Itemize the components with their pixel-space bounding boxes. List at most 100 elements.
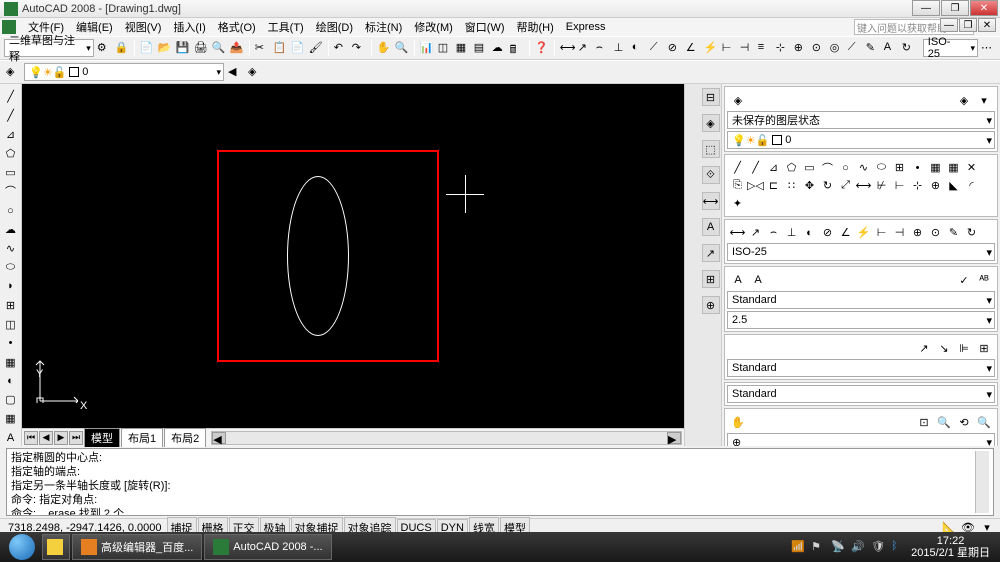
pd-arc[interactable]: ⌢	[765, 224, 782, 241]
bluetooth-icon[interactable]: ᛒ	[891, 540, 905, 554]
pd-continue[interactable]: ⊣	[891, 224, 908, 241]
mleader-collect-icon[interactable]: ⊞	[975, 339, 993, 357]
explorer-pinned[interactable]	[42, 534, 70, 560]
dim-aligned-button[interactable]: ↗	[577, 39, 593, 57]
p-offset-tool[interactable]: ⊏	[765, 177, 782, 194]
open-button[interactable]: 📂	[157, 39, 173, 57]
pd-aligned[interactable]: ↗	[747, 224, 764, 241]
command-window[interactable]: 指定椭圆的中心点: 指定轴的端点: 指定另一条半轴长度或 [旋转(R)]: 命令…	[6, 448, 994, 516]
menu-help[interactable]: 帮助(H)	[511, 17, 560, 37]
dim-jogged-button[interactable]: ⟋	[649, 39, 665, 57]
dim-space-button[interactable]: ≡	[757, 39, 773, 57]
tab-layout1[interactable]: 布局1	[121, 428, 163, 447]
workspace-dropdown[interactable]: 二维草图与注释	[4, 39, 94, 57]
p-point-tool[interactable]: •	[909, 159, 926, 176]
layer-previous-button[interactable]: ◀	[226, 63, 244, 81]
dim-arc-button[interactable]: ⌢	[595, 39, 611, 57]
redo-button[interactable]: ↷	[351, 39, 367, 57]
p-circle-tool[interactable]: ○	[837, 159, 854, 176]
pd-baseline[interactable]: ⊢	[873, 224, 890, 241]
palette-2d-button[interactable]: ⬚	[702, 140, 720, 158]
xline-tool[interactable]: ╱	[2, 107, 20, 124]
p-extend-tool[interactable]: ⊢	[891, 177, 908, 194]
palette-table-button[interactable]: ⊞	[702, 270, 720, 288]
nav-zoomext-icon[interactable]: ⊡	[915, 413, 933, 431]
flag-icon[interactable]: ⚑	[811, 540, 825, 554]
menu-dimension[interactable]: 标注(N)	[359, 17, 408, 37]
p-array-tool[interactable]: ∷	[783, 177, 800, 194]
ellipse-arc-tool[interactable]: ◗	[2, 278, 20, 295]
tab-prev-button[interactable]: ◀	[39, 431, 53, 445]
plot-preview-button[interactable]: 🔍	[211, 39, 227, 57]
line-tool[interactable]: ╱	[2, 88, 20, 105]
palette-nav-button[interactable]: ⊕	[702, 296, 720, 314]
make-block-tool[interactable]: ◫	[2, 316, 20, 333]
p-ellipse-tool[interactable]: ⬭	[873, 159, 890, 176]
menu-modify[interactable]: 修改(M)	[408, 17, 459, 37]
p-dimstyle-dropdown[interactable]: ISO-25	[727, 243, 995, 261]
dim-edit-button[interactable]: ✎	[865, 39, 881, 57]
center-mark-button[interactable]: ⊙	[811, 39, 827, 57]
p-block-tool[interactable]: ⊞	[891, 159, 908, 176]
menu-insert[interactable]: 插入(I)	[167, 17, 211, 37]
mleader-add-icon[interactable]: ↗	[915, 339, 933, 357]
p-explode-tool[interactable]: ✦	[729, 195, 746, 212]
pd-tolerance[interactable]: ⊕	[909, 224, 926, 241]
menu-format[interactable]: 格式(O)	[212, 17, 262, 37]
mtext-tool[interactable]: A	[2, 429, 20, 446]
region-tool[interactable]: ▢	[2, 391, 20, 408]
pd-center[interactable]: ⊙	[927, 224, 944, 241]
pd-edit[interactable]: ✎	[945, 224, 962, 241]
mleader-align-icon[interactable]: ⊫	[955, 339, 973, 357]
tab-last-button[interactable]: ⏭	[69, 431, 83, 445]
revcloud-tool[interactable]: ☁	[2, 221, 20, 238]
wifi-icon[interactable]: 📶	[791, 540, 805, 554]
layer-dropdown[interactable]: 💡☀🔓0	[24, 63, 224, 81]
tolerance-button[interactable]: ⊕	[793, 39, 809, 57]
dim-baseline-button[interactable]: ⊢	[721, 39, 737, 57]
undo-button[interactable]: ↶	[333, 39, 349, 57]
layer-states-button[interactable]: ◈	[246, 63, 264, 81]
nav-zoom-icon[interactable]: 🔍	[975, 413, 993, 431]
clock[interactable]: 17:22 2015/2/1 星期日	[911, 535, 990, 559]
tab-next-button[interactable]: ▶	[54, 431, 68, 445]
nav-zoomwin-icon[interactable]: 🔍	[935, 413, 953, 431]
p-pline-tool[interactable]: ⊿	[765, 159, 782, 176]
gradient-tool[interactable]: ◐	[2, 372, 20, 389]
p-join-tool[interactable]: ⊕	[927, 177, 944, 194]
palette-mleader-button[interactable]: ↗	[702, 244, 720, 262]
rectangle-tool[interactable]: ▭	[2, 164, 20, 181]
insert-block-tool[interactable]: ⊞	[2, 297, 20, 314]
doc-close-button[interactable]: ✕	[978, 18, 996, 32]
dim-tedit-button[interactable]: A	[883, 39, 899, 57]
circle-tool[interactable]: ○	[2, 202, 20, 219]
vertical-scrollbar[interactable]	[684, 84, 700, 446]
taskbar-item-2[interactable]: AutoCAD 2008 -...	[204, 534, 331, 560]
palette-annotate-button[interactable]: ⟐	[702, 166, 720, 184]
doc-restore-button[interactable]: ❐	[959, 18, 977, 32]
textsize-dropdown[interactable]: 2.5	[727, 311, 995, 329]
minimize-button[interactable]: —	[912, 0, 940, 16]
dim-break-button[interactable]: ⊹	[775, 39, 791, 57]
dim-quick-button[interactable]: ⚡	[703, 39, 719, 57]
ellipse-object[interactable]	[287, 176, 349, 336]
p-erase-tool[interactable]: ✕	[963, 159, 980, 176]
p-xline-tool[interactable]: ╱	[747, 159, 764, 176]
dim-angular-button[interactable]: ∠	[685, 39, 701, 57]
layer-list-dropdown[interactable]: 💡☀🔓0	[727, 131, 995, 149]
match-button[interactable]: 🖌	[308, 39, 324, 57]
inspect-button[interactable]: ◎	[829, 39, 845, 57]
p-line-tool[interactable]: ╱	[729, 159, 746, 176]
p-trim-tool[interactable]: ⊬	[873, 177, 890, 194]
palette-layers-button[interactable]: ◈	[702, 114, 720, 132]
layer-filter-icon[interactable]: ◈	[955, 91, 973, 109]
mtext-tool-icon[interactable]: A	[749, 271, 767, 289]
p-scale-tool[interactable]: ⤢	[837, 177, 854, 194]
publish-button[interactable]: 📤	[229, 39, 245, 57]
arc-tool[interactable]: ⌒	[2, 182, 20, 200]
text-tool-icon[interactable]: A	[729, 271, 747, 289]
p-copy-tool[interactable]: ⎘	[729, 177, 746, 194]
nav-zoomprev-icon[interactable]: ⟲	[955, 413, 973, 431]
p-spline-tool[interactable]: ∿	[855, 159, 872, 176]
dimstyle-dropdown[interactable]: ISO-25	[923, 39, 978, 57]
